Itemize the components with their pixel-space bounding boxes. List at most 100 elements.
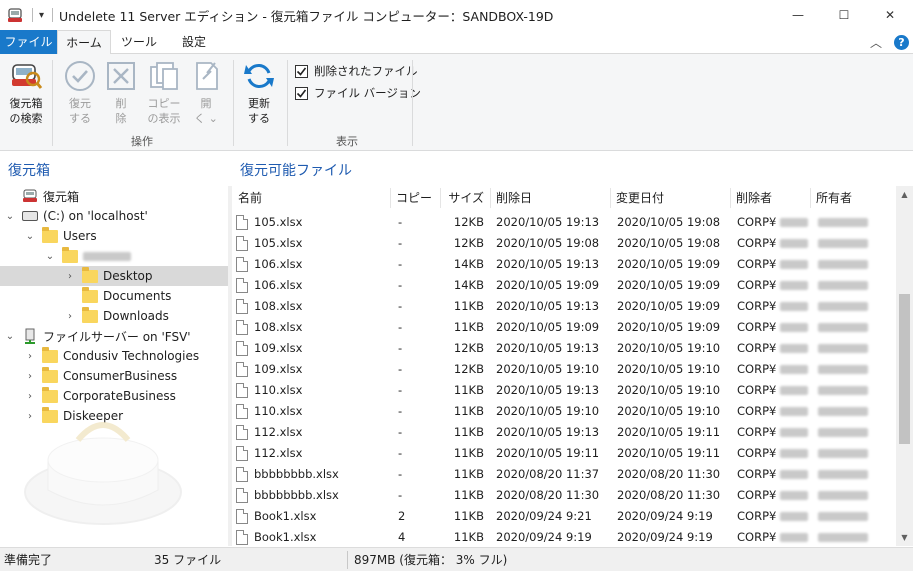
show-copies-label: コピー の表示 <box>147 97 181 125</box>
tree-item[interactable]: 復元箱 <box>0 186 228 206</box>
refresh-button[interactable]: 更新 する <box>238 58 280 126</box>
file-size: 11KB <box>453 509 484 523</box>
quick-access-dropdown-icon[interactable]: ▾ <box>39 10 44 21</box>
file-icon <box>236 383 248 398</box>
file-name: Book1.xlsx <box>254 509 317 523</box>
modified-date: 2020/10/05 19:11 <box>617 425 721 439</box>
table-row[interactable]: 105.xlsx - 12KB 2020/10/05 19:13 2020/10/05 … <box>232 212 896 233</box>
deleted-date: 2020/08/20 11:37 <box>496 467 600 481</box>
minimize-button[interactable]: — <box>775 0 821 30</box>
file-icon <box>236 320 248 335</box>
column-divider[interactable] <box>610 188 611 208</box>
drive-icon <box>22 211 38 221</box>
show-deleted-files-checkbox[interactable]: 削除されたファイル <box>295 63 418 79</box>
table-row[interactable]: bbbbbbbb.xlsx - 11KB 2020/08/20 11:30 2020/0… <box>232 485 896 506</box>
tree-item[interactable]: › ConsumerBusiness <box>0 366 228 386</box>
app-icon[interactable] <box>6 6 24 24</box>
chevron-down-icon[interactable]: ⌄ <box>4 206 16 226</box>
tree-item[interactable]: › Desktop <box>0 266 228 286</box>
table-row[interactable]: 108.xlsx - 11KB 2020/10/05 19:09 2020/10/05 … <box>232 317 896 338</box>
column-divider[interactable] <box>730 188 731 208</box>
chevron-down-icon[interactable]: ⌄ <box>24 226 36 246</box>
chevron-down-icon[interactable]: ⌄ <box>44 246 56 266</box>
scroll-up-icon[interactable]: ▲ <box>896 186 913 203</box>
status-divider <box>347 551 348 569</box>
file-name: Book1.xlsx <box>254 530 317 544</box>
table-row[interactable]: 110.xlsx - 11KB 2020/10/05 19:13 2020/10/05 … <box>232 380 896 401</box>
file-size: 11KB <box>453 299 484 313</box>
tree-item[interactable]: › Downloads <box>0 306 228 326</box>
help-button[interactable]: ? <box>894 30 909 54</box>
tree-item[interactable]: ⌄ (C:) on 'localhost' <box>0 206 228 226</box>
show-file-versions-checkbox[interactable]: ファイル バージョン <box>295 85 421 101</box>
redacted-owner <box>818 491 868 500</box>
search-recyclebin-button[interactable]: 復元箱 の検索 <box>4 58 48 126</box>
deleted-by: CORP¥ <box>737 362 777 376</box>
table-row[interactable]: bbbbbbbb.xlsx - 11KB 2020/08/20 11:37 2020/0… <box>232 464 896 485</box>
column-header[interactable]: 削除者 <box>730 186 810 210</box>
ribbon-collapse-icon[interactable]: ︿ <box>870 30 882 54</box>
table-row[interactable]: 106.xlsx - 14KB 2020/10/05 19:09 2020/10/05 … <box>232 275 896 296</box>
file-list-scrollbar[interactable]: ▲ ▼ <box>896 186 913 546</box>
chevron-down-icon[interactable]: ⌄ <box>4 326 16 346</box>
tree-item[interactable]: ⌄ <box>0 246 228 266</box>
tab-settings[interactable]: 設定 <box>167 30 221 54</box>
column-header[interactable]: 名前 <box>232 186 390 210</box>
checkbox-checked-icon <box>295 64 308 78</box>
scrollbar-thumb[interactable] <box>899 294 910 444</box>
column-header[interactable]: 削除日 <box>490 186 610 210</box>
column-divider[interactable] <box>390 188 391 208</box>
maximize-button[interactable]: ☐ <box>821 0 867 30</box>
tab-home[interactable]: ホーム <box>57 30 111 55</box>
tree-item-label: ファイルサーバー on 'FSV' <box>43 329 191 344</box>
chevron-right-icon[interactable]: › <box>64 266 76 286</box>
restore-button[interactable]: 復元 する <box>60 58 100 126</box>
status-file-count: 35 ファイル <box>154 553 222 567</box>
column-header[interactable]: サイズ <box>440 186 490 210</box>
column-divider[interactable] <box>810 188 811 208</box>
modified-date: 2020/10/05 19:10 <box>617 362 721 376</box>
table-row[interactable]: 112.xlsx - 11KB 2020/10/05 19:11 2020/10/05 … <box>232 443 896 464</box>
copy-count: - <box>398 362 403 376</box>
table-row[interactable]: 106.xlsx - 14KB 2020/10/05 19:13 2020/10/05 … <box>232 254 896 275</box>
chevron-right-icon[interactable]: › <box>24 366 36 386</box>
open-button[interactable]: 開 く ⌄ <box>186 58 226 126</box>
column-header[interactable]: 所有者 <box>810 186 896 210</box>
folder-icon <box>62 246 78 263</box>
tree-item[interactable]: Documents <box>0 286 228 306</box>
tab-tools[interactable]: ツール <box>111 30 167 54</box>
folder-icon <box>42 366 58 383</box>
tree-item[interactable]: ⌄ Users <box>0 226 228 246</box>
modified-date: 2020/10/05 19:09 <box>617 257 721 271</box>
table-row[interactable]: 105.xlsx - 12KB 2020/10/05 19:08 2020/10/05 … <box>232 233 896 254</box>
column-divider[interactable] <box>490 188 491 208</box>
show-deleted-files-label: 削除されたファイル <box>314 64 418 78</box>
column-header[interactable]: コピー <box>390 186 440 210</box>
table-row[interactable]: 108.xlsx - 11KB 2020/10/05 19:13 2020/10/05 … <box>232 296 896 317</box>
chevron-right-icon[interactable]: › <box>64 306 76 326</box>
chevron-right-icon[interactable]: › <box>24 346 36 366</box>
close-icon: ✕ <box>884 8 896 22</box>
table-row[interactable]: 109.xlsx - 12KB 2020/10/05 19:10 2020/10/05 … <box>232 359 896 380</box>
table-row[interactable]: 109.xlsx - 12KB 2020/10/05 19:13 2020/10/05 … <box>232 338 896 359</box>
tree-item[interactable]: › Condusiv Technologies <box>0 346 228 366</box>
table-row[interactable]: Book1.xlsx 2 11KB 2020/09/24 9:21 2020/09/24… <box>232 506 896 527</box>
delete-button[interactable]: 削 除 <box>102 58 140 126</box>
tab-file[interactable]: ファイル <box>0 30 57 54</box>
column-header[interactable]: 変更日付 <box>610 186 730 210</box>
show-copies-button[interactable]: コピー の表示 <box>142 58 186 126</box>
column-divider[interactable] <box>440 188 441 208</box>
table-row[interactable]: 112.xlsx - 11KB 2020/10/05 19:13 2020/10/05 … <box>232 422 896 443</box>
close-button[interactable]: ✕ <box>867 0 913 30</box>
deleted-by: CORP¥ <box>737 467 777 481</box>
table-row[interactable]: Book1.xlsx 4 11KB 2020/09/24 9:19 2020/09/24… <box>232 527 896 546</box>
tree-item[interactable]: ⌄ ファイルサーバー on 'FSV' <box>0 326 228 346</box>
modified-date: 2020/10/05 19:09 <box>617 278 721 292</box>
file-size: 12KB <box>453 215 484 229</box>
table-row[interactable]: 110.xlsx - 11KB 2020/10/05 19:10 2020/10/05 … <box>232 401 896 422</box>
minimize-icon: — <box>792 8 804 22</box>
deleted-by: CORP¥ <box>737 257 777 271</box>
scroll-down-icon[interactable]: ▼ <box>896 529 913 546</box>
file-icon <box>236 425 248 440</box>
